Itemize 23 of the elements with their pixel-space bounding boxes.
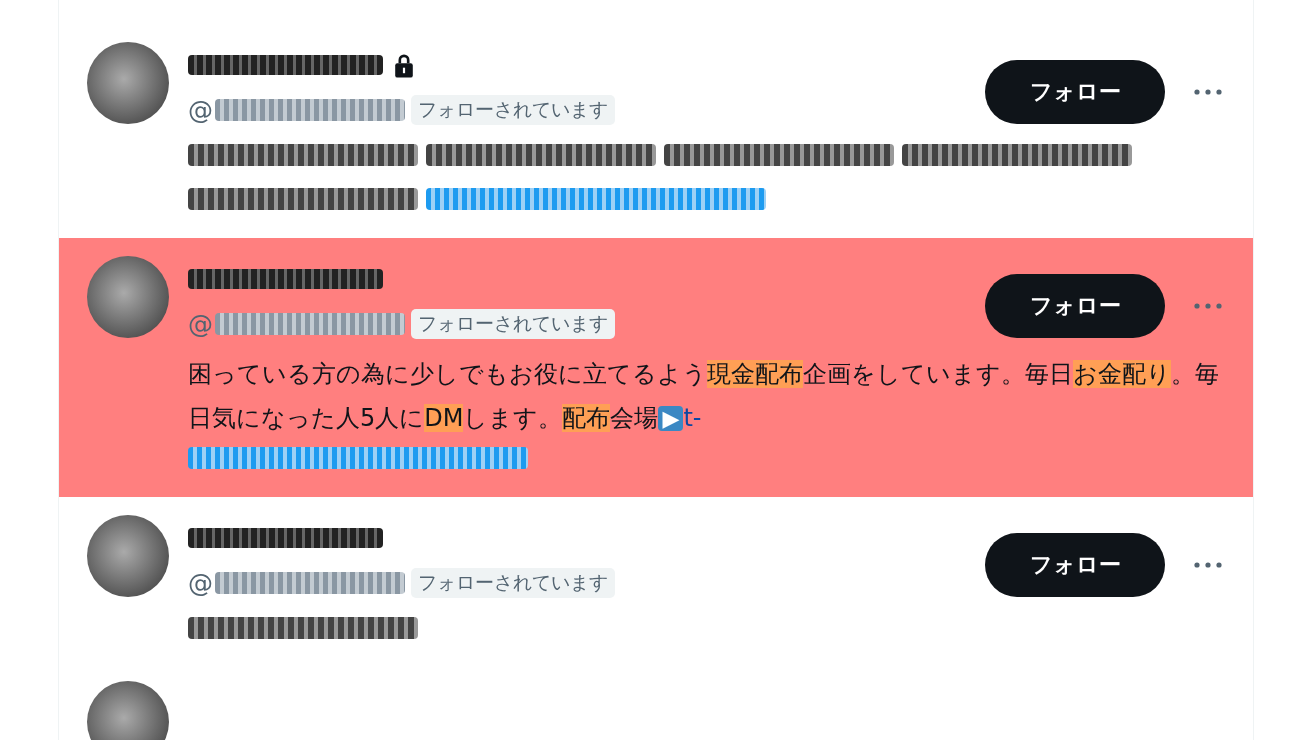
more-icon[interactable] (1193, 302, 1223, 310)
highlighted-text: DM (424, 404, 464, 432)
follow-button[interactable]: フォロー (985, 274, 1165, 338)
follows-you-badge: フォローされています (411, 568, 615, 598)
handle-prefix: @ (188, 95, 213, 125)
user-row[interactable]: @ フォローされています フォロー 困っている方の為に少しでもお役に立てるよう 現金配布企画をしています。毎日 お金配り。毎日気になった人5人に DM します。配布会場 ▶ t- (59, 238, 1253, 497)
user-row[interactable]: @ フォローされています フォロー (59, 497, 1253, 667)
play-emoji-icon: ▶ (658, 406, 684, 431)
follows-you-badge: フォローされています (411, 95, 615, 125)
highlighted-text: 配布 (562, 404, 611, 432)
highlighted-text: お金配り (1073, 360, 1171, 388)
bio-text: 困っている方の為に少しでもお役に立てるよう 現金配布企画をしています。毎日 お金配り。毎日気になった人5人に DM します。配布会場 ▶ t- (188, 359, 1220, 434)
follow-button[interactable]: フォロー (985, 60, 1165, 124)
handle-prefix: @ (188, 568, 213, 598)
follows-you-badge: フォローされています (411, 309, 615, 339)
more-icon[interactable] (1193, 88, 1223, 96)
more-icon[interactable] (1193, 561, 1223, 569)
avatar-placeholder[interactable] (87, 681, 169, 740)
bio-link[interactable]: t- (683, 404, 702, 432)
handle-prefix: @ (188, 309, 213, 339)
user-row[interactable]: @ フォローされています フォロー (59, 24, 1253, 238)
highlighted-text: 現金配布 (707, 360, 803, 388)
follow-button[interactable]: フォロー (985, 533, 1165, 597)
